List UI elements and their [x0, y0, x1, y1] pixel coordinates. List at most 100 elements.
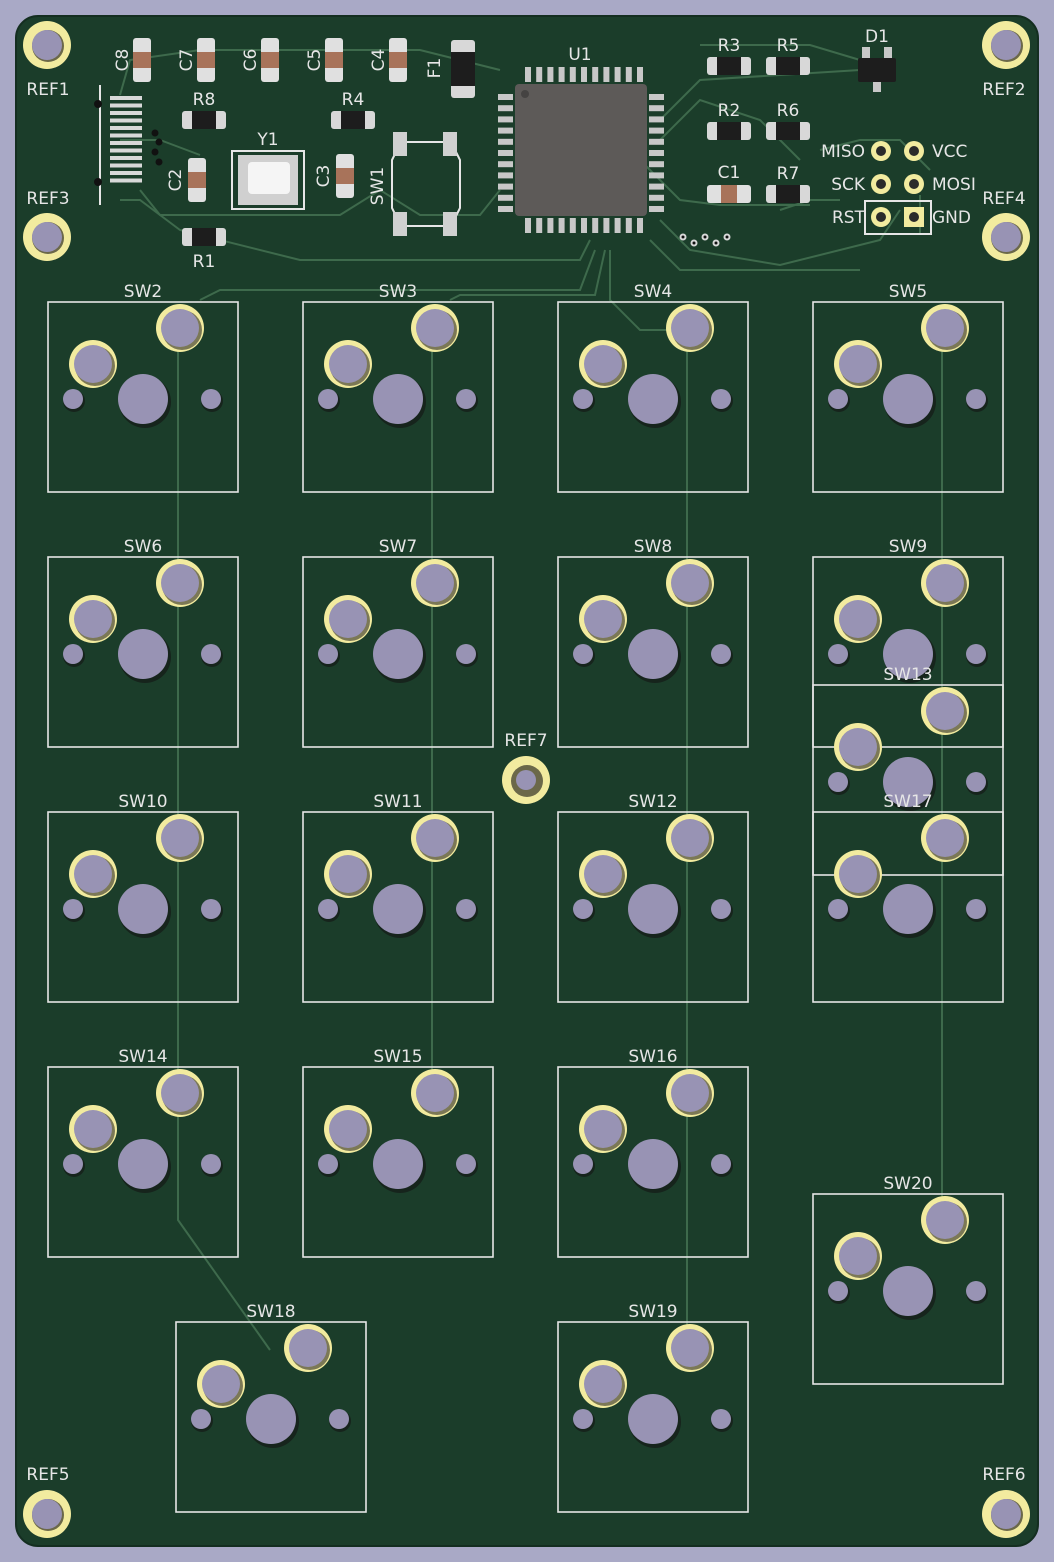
switch-label: SW14 [118, 1047, 167, 1067]
center-hole [628, 629, 678, 679]
isp-pin-label: SCK [831, 175, 866, 195]
capacitor-label: C2 [166, 169, 186, 192]
side-hole [828, 644, 848, 664]
center-hole [628, 884, 678, 934]
side-hole [329, 1409, 349, 1429]
mounting-hole-label: REF7 [504, 731, 547, 751]
mounting-hole: REF3 [23, 189, 71, 261]
isp-pin-label: GND [932, 208, 971, 228]
side-hole [318, 644, 338, 664]
side-hole [63, 1154, 83, 1174]
center-hole [628, 1139, 678, 1189]
center-hole [118, 629, 168, 679]
resistor-label: R3 [718, 36, 741, 56]
mounting-hole: REF6 [982, 1465, 1030, 1538]
mounting-hole: REF2 [982, 21, 1030, 100]
side-hole [966, 1281, 986, 1301]
switch-label: SW12 [628, 792, 677, 812]
switch-label: SW3 [379, 282, 417, 302]
center-hole [373, 1139, 423, 1189]
side-hole [966, 899, 986, 919]
mounting-hole-label: REF1 [26, 80, 69, 100]
side-hole [828, 1281, 848, 1301]
side-hole [966, 389, 986, 409]
capacitor-label: C4 [369, 49, 389, 72]
switch-label: SW4 [634, 282, 672, 302]
mcu-label: U1 [568, 45, 591, 65]
side-hole [828, 389, 848, 409]
side-hole [201, 1154, 221, 1174]
side-hole [318, 389, 338, 409]
crystal-label: Y1 [256, 130, 278, 150]
capacitor-label: C5 [305, 49, 325, 72]
isp-pin-label: VCC [932, 142, 967, 162]
resistor-label: R2 [718, 101, 741, 121]
center-hole [628, 374, 678, 424]
center-hole [628, 1394, 678, 1444]
side-hole [456, 1154, 476, 1174]
side-hole [711, 1154, 731, 1174]
switch-label: SW11 [373, 792, 422, 812]
isp-pin-label: MOSI [932, 175, 976, 195]
side-hole [711, 389, 731, 409]
center-hole [883, 1266, 933, 1316]
side-hole [966, 644, 986, 664]
capacitor-label: C6 [241, 49, 261, 72]
isp-pin-label: MISO [821, 142, 865, 162]
side-hole [456, 389, 476, 409]
switch-label: SW8 [634, 537, 672, 557]
side-hole [456, 644, 476, 664]
side-hole [573, 1409, 593, 1429]
switch-label: SW7 [379, 537, 417, 557]
mounting-hole: REF4 [982, 189, 1030, 261]
switch-label: SW5 [889, 282, 927, 302]
side-hole [573, 899, 593, 919]
side-hole [828, 899, 848, 919]
switch-label: SW15 [373, 1047, 422, 1067]
center-hole [373, 629, 423, 679]
mounting-hole-label: REF6 [982, 1465, 1025, 1485]
capacitor-label: C7 [177, 49, 197, 72]
side-hole [573, 644, 593, 664]
side-hole [711, 899, 731, 919]
side-hole [201, 389, 221, 409]
resistor-label: R6 [777, 101, 800, 121]
switch-label: SW16 [628, 1047, 677, 1067]
isp-pin-label: RST [832, 208, 866, 228]
capacitor-label: C3 [314, 165, 334, 188]
center-hole [373, 884, 423, 934]
switch-label: SW2 [124, 282, 162, 302]
pcb-board: C8 C7 C6 C5 C4 C2 C3 C1 R3 R5 R2 R6 R7 R8 R4 R1 U1 Y1 SW1 F… [15, 15, 1039, 1547]
switch-label: SW20 [883, 1174, 932, 1194]
side-hole [201, 899, 221, 919]
side-hole [318, 1154, 338, 1174]
resistor-label: R5 [777, 36, 800, 56]
center-hole [246, 1394, 296, 1444]
center-hole [118, 884, 168, 934]
mounting-hole-label: REF4 [982, 189, 1025, 209]
switch-label: SW13 [883, 665, 932, 685]
center-hole [883, 374, 933, 424]
switch-label: SW17 [883, 792, 932, 812]
switch-label: SW6 [124, 537, 162, 557]
resistor-label: R4 [342, 90, 365, 110]
side-hole [63, 644, 83, 664]
side-hole [201, 644, 221, 664]
side-hole [191, 1409, 211, 1429]
resistor-label: R7 [777, 164, 800, 184]
side-hole [828, 772, 848, 792]
capacitor-label: C1 [718, 163, 741, 183]
center-hole [373, 374, 423, 424]
mounting-hole: REF5 [23, 1465, 71, 1538]
center-hole [883, 884, 933, 934]
center-hole [118, 1139, 168, 1189]
fuse-label: F1 [425, 58, 445, 79]
side-hole [966, 772, 986, 792]
side-hole [573, 389, 593, 409]
mounting-hole-label: REF3 [26, 189, 69, 209]
switch-label: SW9 [889, 537, 927, 557]
mounting-hole: REF1 [23, 21, 71, 100]
reset-switch-label: SW1 [368, 167, 388, 205]
side-hole [456, 899, 476, 919]
capacitor-label: C8 [113, 49, 133, 72]
